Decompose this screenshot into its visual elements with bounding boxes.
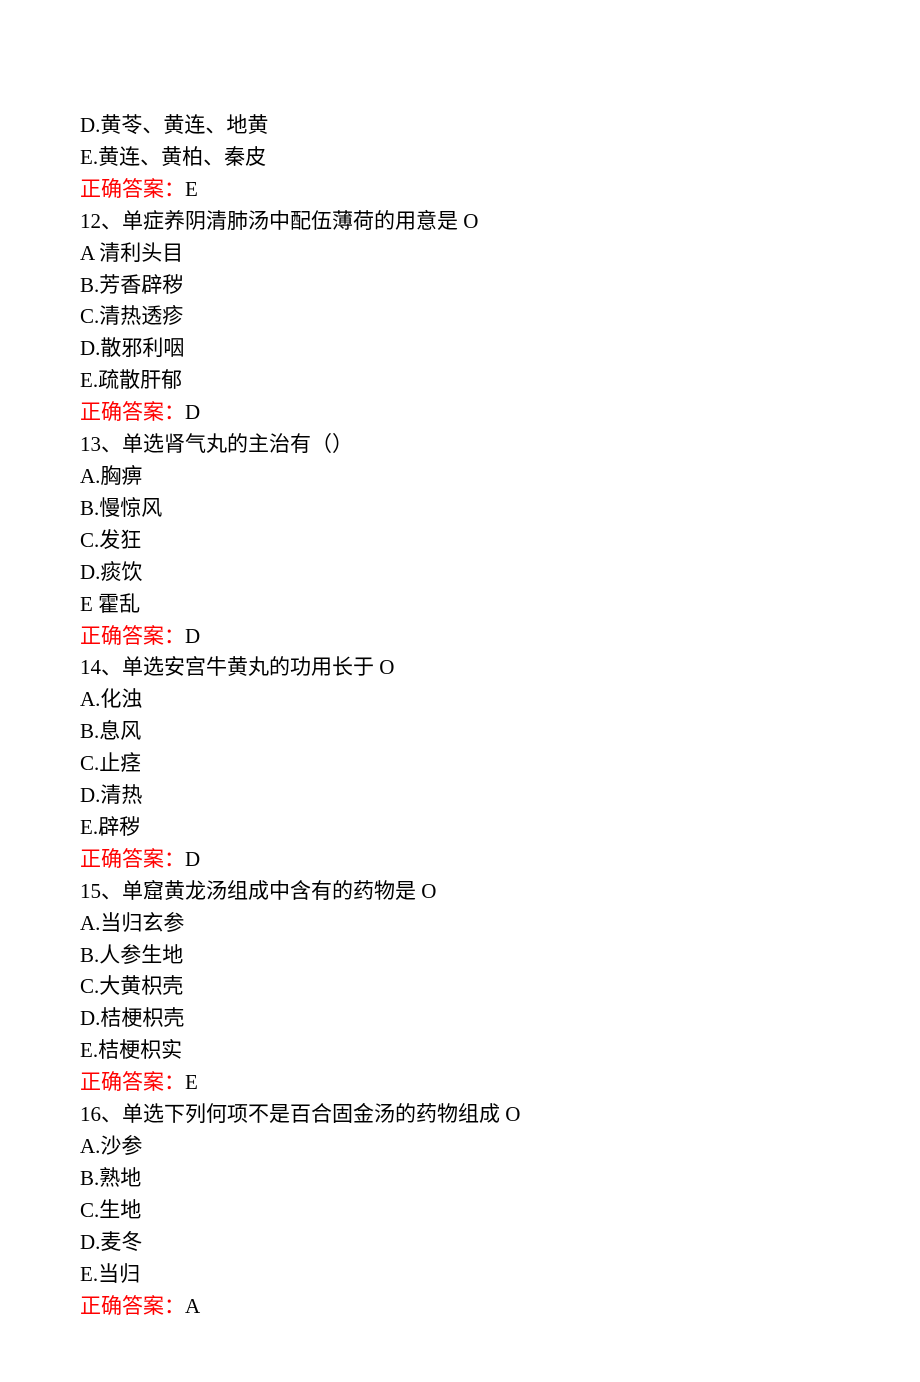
q12-option-c: C.清热透疹: [80, 301, 840, 333]
q16-stem: 16、单选下列何项不是百合固金汤的药物组成 O: [80, 1099, 840, 1131]
q12-answer: 正确答案：D: [80, 397, 840, 429]
q16-option-b: B.熟地: [80, 1163, 840, 1195]
answer-label: 正确答案：: [80, 624, 185, 648]
q12-option-d: D.散邪利咽: [80, 333, 840, 365]
answer-value: D: [185, 400, 200, 424]
q12-option-e: E.疏散肝郁: [80, 365, 840, 397]
q13-option-c: C.发狂: [80, 525, 840, 557]
q15-option-c: C.大黄枳壳: [80, 971, 840, 1003]
answer-label: 正确答案：: [80, 177, 185, 201]
answer-label: 正确答案：: [80, 847, 185, 871]
q16-option-a: A.沙参: [80, 1131, 840, 1163]
q14-answer: 正确答案：D: [80, 844, 840, 876]
q11-answer: 正确答案：E: [80, 174, 840, 206]
q16-answer: 正确答案：A: [80, 1291, 840, 1323]
q14-option-d: D.清热: [80, 780, 840, 812]
q14-stem: 14、单选安宫牛黄丸的功用长于 O: [80, 652, 840, 684]
q11-option-d: D.黄苓、黄连、地黄: [80, 110, 840, 142]
q13-option-e: E 霍乱: [80, 589, 840, 621]
q12-stem: 12、单症养阴清肺汤中配伍薄荷的用意是 O: [80, 206, 840, 238]
answer-value: D: [185, 847, 200, 871]
answer-value: D: [185, 624, 200, 648]
q13-answer: 正确答案：D: [80, 621, 840, 653]
document-page: D.黄苓、黄连、地黄 E.黄连、黄柏、秦皮 正确答案：E 12、单症养阴清肺汤中…: [0, 0, 920, 1382]
q15-option-a: A.当归玄参: [80, 908, 840, 940]
q16-option-c: C.生地: [80, 1195, 840, 1227]
answer-value: E: [185, 177, 198, 201]
q15-answer: 正确答案：E: [80, 1067, 840, 1099]
q12-option-a: A 清利头目: [80, 238, 840, 270]
q11-option-e: E.黄连、黄柏、秦皮: [80, 142, 840, 174]
q16-option-d: D.麦冬: [80, 1227, 840, 1259]
q13-stem: 13、单选肾气丸的主治有（）: [80, 429, 840, 461]
q14-option-e: E.辟秽: [80, 812, 840, 844]
answer-value: A: [185, 1294, 200, 1318]
q15-option-d: D.桔梗枳壳: [80, 1003, 840, 1035]
q15-option-e: E.桔梗枳实: [80, 1035, 840, 1067]
answer-value: E: [185, 1070, 198, 1094]
q14-option-c: C.止痉: [80, 748, 840, 780]
q16-option-e: E.当归: [80, 1259, 840, 1291]
q14-option-b: B.息风: [80, 716, 840, 748]
q13-option-d: D.痰饮: [80, 557, 840, 589]
q14-option-a: A.化浊: [80, 684, 840, 716]
q15-option-b: B.人参生地: [80, 940, 840, 972]
answer-label: 正确答案：: [80, 1070, 185, 1094]
q13-option-b: B.慢惊风: [80, 493, 840, 525]
q13-option-a: A.胸痹: [80, 461, 840, 493]
q12-option-b: B.芳香辟秽: [80, 270, 840, 302]
q15-stem: 15、单窟黄龙汤组成中含有的药物是 O: [80, 876, 840, 908]
answer-label: 正确答案：: [80, 1294, 185, 1318]
answer-label: 正确答案：: [80, 400, 185, 424]
